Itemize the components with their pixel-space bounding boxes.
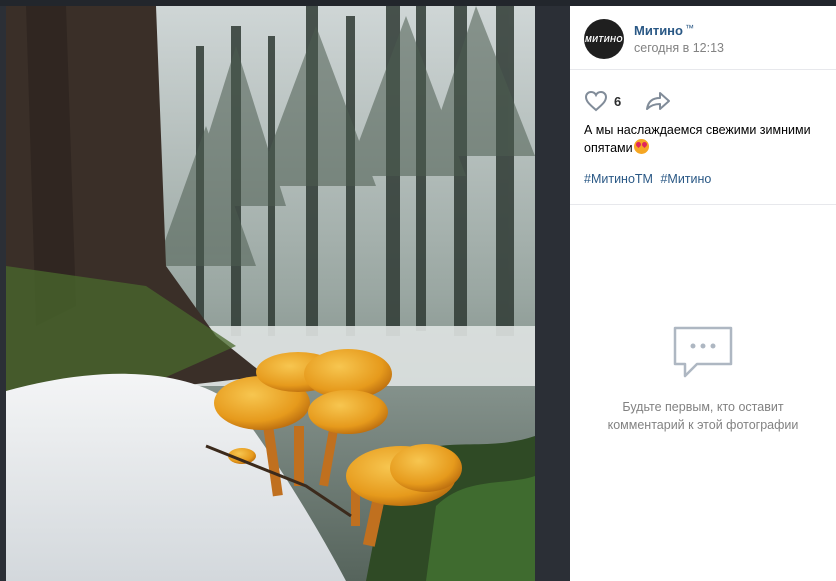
hashtag-mitino[interactable]: #Митино — [660, 172, 711, 186]
hashtags: #МитиноТМ #Митино — [584, 172, 715, 186]
post-side-panel: МИТИНО Митино ™ сегодня в 12:13 6 А мы на… — [570, 6, 836, 581]
photo — [6, 6, 535, 581]
caption-text: А мы наслаждаемся свежими зимними опятам… — [584, 123, 811, 155]
post-time[interactable]: сегодня в 12:13 — [634, 41, 724, 55]
author-name-text[interactable]: Митино — [634, 23, 683, 38]
heart-eyes-emoji-icon — [633, 139, 649, 154]
like-count[interactable]: 6 — [614, 94, 621, 109]
avatar[interactable]: МИТИНО — [584, 19, 624, 59]
comments-empty-state: Будьте первым, кто оставит комментарий к… — [570, 324, 836, 434]
share-arrow-icon[interactable] — [645, 91, 671, 111]
comments-empty-text: Будьте первым, кто оставит комментарий к… — [607, 400, 799, 432]
avatar-logo-text: МИТИНО — [584, 34, 624, 44]
author-name[interactable]: Митино ™ — [634, 23, 694, 38]
photo-viewer[interactable] — [6, 6, 535, 581]
divider — [570, 204, 836, 205]
comment-bubble-icon — [673, 326, 733, 378]
trademark-mark: ™ — [684, 23, 694, 33]
hashtag-mitinotm[interactable]: #МитиноТМ — [584, 172, 653, 186]
post-caption: А мы наслаждаемся свежими зимними опятам… — [584, 121, 830, 157]
post-header: МИТИНО Митино ™ сегодня в 12:13 — [570, 6, 836, 70]
post-actions: 6 — [584, 90, 671, 112]
heart-icon[interactable] — [584, 90, 608, 112]
